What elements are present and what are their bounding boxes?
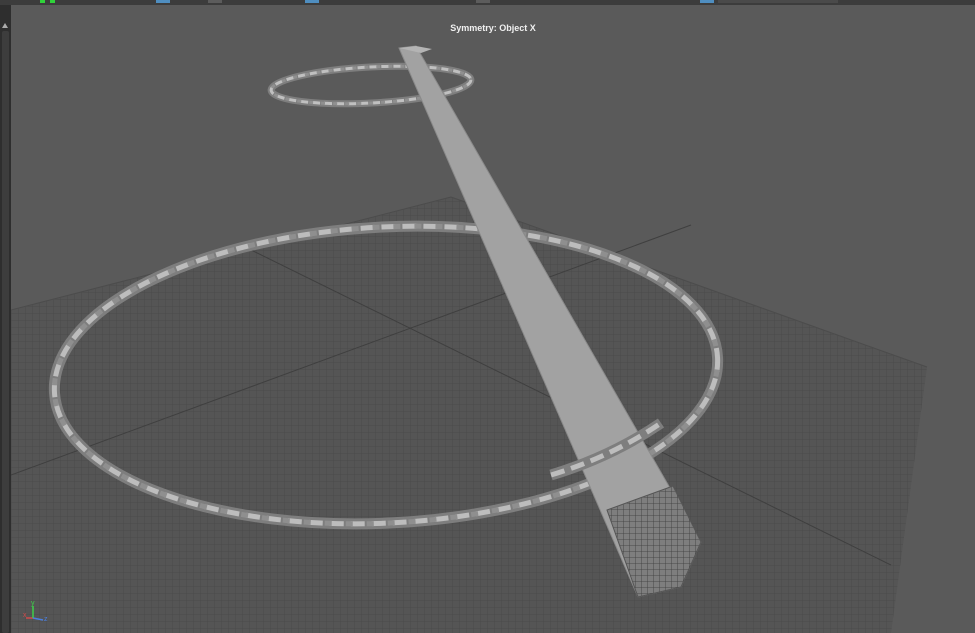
ground-grid [11,196,928,633]
scene-canvas[interactable] [11,5,975,633]
toolbar-toggle-button[interactable] [305,0,319,3]
axis-z-label: z [44,616,48,623]
symmetry-label: Symmetry: Object X [450,23,536,33]
toolbar-input-field[interactable] [718,0,838,3]
scroll-up-icon[interactable] [2,23,8,28]
axis-gizmo-icon: x y z [23,600,53,628]
toolbar-button[interactable] [476,0,490,3]
3d-viewport[interactable]: Symmetry: Object X x y z [11,5,975,633]
scrollbar-track[interactable] [2,31,9,633]
toolbar-status-indicator[interactable] [50,0,55,3]
left-scrollbar[interactable] [0,5,11,633]
toolbar-status-indicator[interactable] [40,0,45,3]
toolbar-toggle-button[interactable] [700,0,714,3]
axis-y-label: y [31,600,35,607]
toolbar-button[interactable] [208,0,222,3]
maya-app-window: Symmetry: Object X x y z [0,0,975,633]
toolbar-toggle-button[interactable] [156,0,170,3]
axis-x-label: x [23,612,27,619]
